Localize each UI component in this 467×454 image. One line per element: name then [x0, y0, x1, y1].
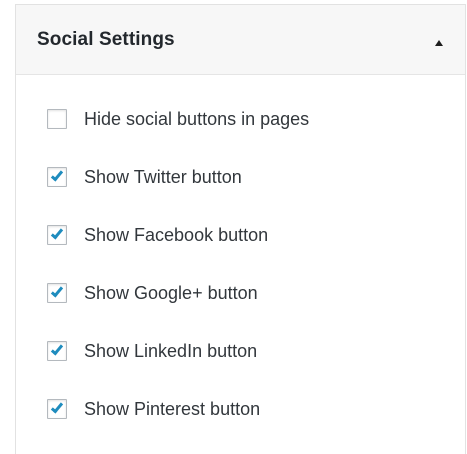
checkbox-show-facebook[interactable] [47, 225, 67, 245]
option-show-facebook[interactable]: Show Facebook button [47, 223, 268, 247]
checkmark-icon [50, 226, 64, 240]
option-label: Show Pinterest button [84, 398, 261, 419]
panel-title: Social Settings [37, 29, 175, 50]
checkmark-icon [50, 400, 64, 414]
checkmark-icon [50, 342, 64, 356]
checkbox-hide-social-buttons[interactable] [47, 109, 67, 129]
option-show-pinterest[interactable]: Show Pinterest button [47, 397, 260, 421]
option-show-googleplus[interactable]: Show Google+ button [47, 281, 258, 305]
option-show-twitter[interactable]: Show Twitter button [47, 165, 242, 189]
checkbox-show-googleplus[interactable] [47, 283, 67, 303]
option-label: Hide social buttons in pages [84, 108, 310, 129]
checkmark-icon [50, 168, 64, 182]
option-show-linkedin[interactable]: Show LinkedIn button [47, 339, 257, 363]
option-label: Show Google+ button [84, 282, 258, 303]
panel-header[interactable]: Social Settings [16, 5, 465, 75]
checkbox-show-twitter[interactable] [47, 167, 67, 187]
checkbox-show-pinterest[interactable] [47, 399, 67, 419]
option-label: Show LinkedIn button [84, 340, 258, 361]
option-label: Show Twitter button [84, 166, 242, 187]
checkbox-show-linkedin[interactable] [47, 341, 67, 361]
option-hide-social-buttons[interactable]: Hide social buttons in pages [47, 107, 309, 131]
social-settings-panel: Social Settings Hide social buttons in p… [15, 4, 466, 454]
option-label: Show Facebook button [84, 224, 269, 245]
checkmark-icon [50, 284, 64, 298]
collapse-toggle-icon[interactable] [435, 40, 443, 46]
